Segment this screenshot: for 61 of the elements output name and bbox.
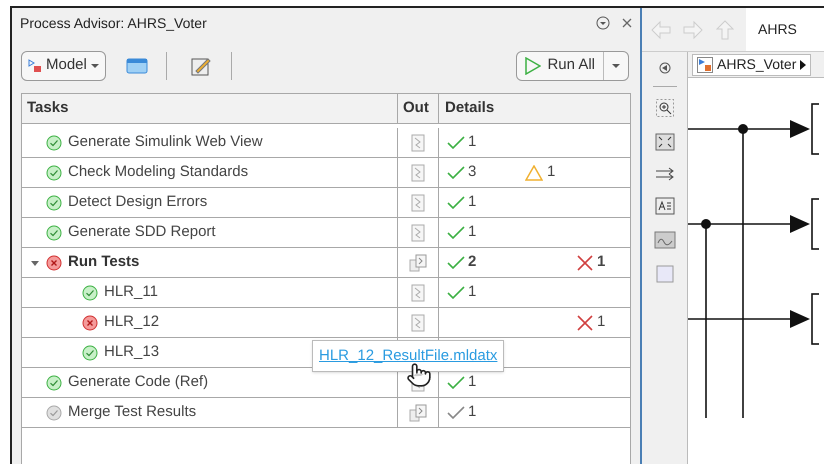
- column-header[interactable]: Details: [439, 94, 630, 123]
- document-icon[interactable]: [411, 224, 425, 242]
- cross-icon: [577, 254, 593, 270]
- column-header[interactable]: Tasks: [22, 94, 398, 123]
- pass-count: 1: [468, 222, 476, 242]
- cross-icon: [577, 314, 593, 330]
- task-name[interactable]: Generate SDD Report: [68, 221, 216, 244]
- pass-count: 1: [468, 192, 476, 212]
- editor-tab[interactable]: AHRS: [746, 8, 824, 51]
- documents-icon[interactable]: [409, 404, 427, 422]
- back-icon[interactable]: [650, 20, 672, 40]
- annotation-icon[interactable]: [654, 197, 674, 215]
- pass-count: 3: [468, 162, 476, 182]
- fail-count: 1: [597, 252, 606, 272]
- pass-count: 1: [468, 372, 476, 392]
- pass-count: 1: [468, 282, 476, 302]
- task-name[interactable]: Generate Code (Ref): [68, 371, 208, 394]
- task-name[interactable]: Detect Design Errors: [68, 191, 208, 214]
- edit-icon[interactable]: [190, 56, 211, 76]
- document-icon[interactable]: [411, 284, 425, 302]
- arrows-icon[interactable]: [654, 167, 674, 181]
- task-name[interactable]: HLR_13: [104, 341, 160, 364]
- panel-title: Process Advisor: AHRS_Voter: [20, 14, 207, 33]
- image-icon[interactable]: [654, 231, 676, 249]
- document-icon[interactable]: [411, 194, 425, 212]
- area-icon[interactable]: [656, 265, 674, 283]
- warning-count: 1: [547, 162, 556, 182]
- document-icon[interactable]: [411, 164, 425, 182]
- up-icon[interactable]: [714, 20, 736, 40]
- documents-icon[interactable]: [409, 254, 427, 272]
- close-icon[interactable]: [622, 18, 632, 28]
- column-header[interactable]: Out: [398, 94, 439, 123]
- fit-view-icon[interactable]: [654, 133, 674, 151]
- task-name[interactable]: Merge Test Results: [68, 401, 196, 424]
- breadcrumb[interactable]: AHRS_Voter: [692, 54, 812, 76]
- document-icon[interactable]: [411, 134, 425, 152]
- model-button[interactable]: Model: [21, 50, 106, 80]
- task-name[interactable]: HLR_12: [104, 311, 160, 334]
- pass-count: 1: [468, 132, 476, 152]
- task-name[interactable]: HLR_11: [104, 281, 158, 304]
- play-icon: [525, 56, 542, 74]
- warning-icon: [525, 164, 543, 180]
- zoom-icon[interactable]: [656, 99, 674, 117]
- task-name[interactable]: Check Modeling Standards: [68, 161, 248, 184]
- task-name[interactable]: Generate Simulink Web View: [68, 131, 263, 154]
- forward-icon[interactable]: [682, 20, 704, 40]
- document-icon[interactable]: [411, 314, 425, 332]
- model-icon: [697, 56, 713, 72]
- caret-icon: [800, 60, 806, 70]
- model-icon: [28, 58, 42, 72]
- pass-count: 2: [468, 252, 476, 272]
- task-name[interactable]: Run Tests: [68, 251, 140, 274]
- pass-count: 1: [468, 402, 476, 422]
- panel-icon[interactable]: [126, 56, 148, 74]
- model-name: AHRS_Voter: [717, 55, 796, 74]
- caret-icon[interactable]: [31, 258, 39, 266]
- caret-icon: [90, 62, 99, 68]
- chevron-circle-icon[interactable]: [596, 16, 610, 30]
- back-circle-icon[interactable]: [658, 62, 670, 74]
- fail-count: 1: [597, 312, 606, 332]
- caret-icon: [612, 62, 620, 68]
